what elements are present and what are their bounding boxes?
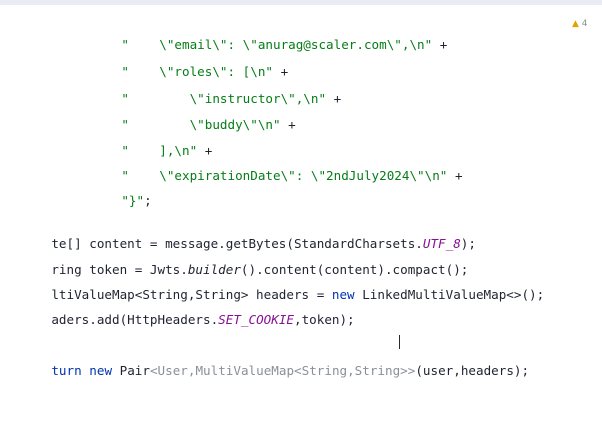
code-line: " \"buddy\"\n" + <box>0 89 295 132</box>
operator: + <box>432 37 448 52</box>
keyword: turn <box>51 363 82 378</box>
code-line: " \"roles\": [\n" + <box>0 36 288 79</box>
inspection-badge[interactable]: ▲ 4 <box>572 19 588 29</box>
type-arguments: <User,MultiValueMap<String,String>> <box>149 363 416 378</box>
code-text: (user,headers); <box>415 363 530 378</box>
string-literal: }" <box>128 193 145 208</box>
code-editor[interactable]: ▲ 4 " \"email\": \"anurag@scaler.com\",\… <box>0 5 602 432</box>
static-field: SET_COOKIE <box>218 312 294 327</box>
keyword: new <box>89 363 113 378</box>
operator: + <box>280 117 296 132</box>
warning-icon: ▲ <box>572 19 579 29</box>
operator: + <box>326 91 342 106</box>
code-line-getbytes: te[] content = message.getBytes(Standard… <box>21 208 476 251</box>
code-line: "}"; <box>0 165 151 208</box>
string-literal: \"expirationDate\": \"2ndJuly2024\"\n" <box>128 168 448 183</box>
operator: ; <box>144 193 152 208</box>
code-line: " \"email\": \"anurag@scaler.com\",\n" + <box>0 9 447 52</box>
code-line: " ],\n" + <box>0 115 212 158</box>
code-line-add-header: aders.add(HttpHeaders.SET_COOKIE,token); <box>21 284 354 327</box>
code-line-headers: ltiValueMap<String,String> headers = new… <box>21 259 544 302</box>
code-text: aders.add(HttpHeaders. <box>51 312 219 327</box>
code-text: ,token); <box>293 312 355 327</box>
class-name: Pair <box>119 363 150 378</box>
code-line: " \"instructor\",\n" + <box>0 63 341 106</box>
operator: + <box>447 168 463 183</box>
code-line-token: ring token = Jwts.builder().content(cont… <box>21 234 468 277</box>
text-cursor <box>399 335 400 349</box>
code-line: " \"expirationDate\": \"2ndJuly2024\"\n"… <box>0 140 462 183</box>
code-text: LinkedMultiValueMap<>(); <box>354 287 545 302</box>
warning-count: 4 <box>581 19 588 29</box>
string-literal: " <box>30 193 129 208</box>
code-line-return: turn new Pair<User,MultiValueMap<String,… <box>21 335 529 378</box>
